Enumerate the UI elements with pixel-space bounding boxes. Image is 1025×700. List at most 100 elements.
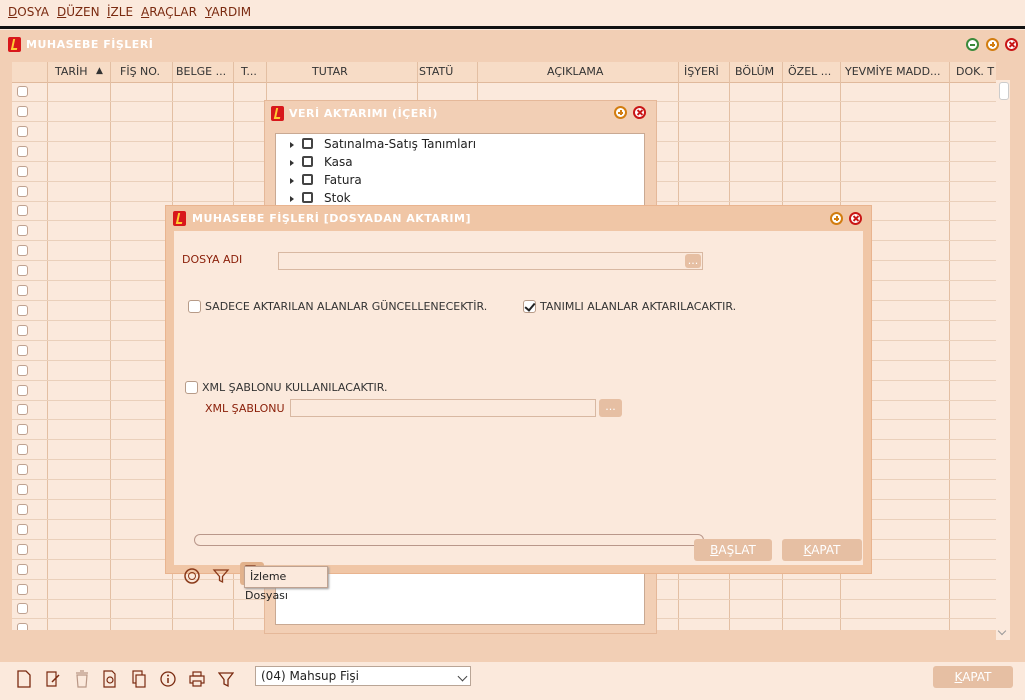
row-checkbox[interactable] [17,544,28,555]
row-checkbox[interactable] [17,265,28,276]
row-checkbox[interactable] [17,225,28,236]
row-checkbox[interactable] [17,345,28,356]
row-checkbox[interactable] [17,404,28,415]
menu-dosya[interactable]: DOSYA [8,5,49,19]
tree-checkbox[interactable] [302,174,313,185]
row-checkbox[interactable] [17,186,28,197]
filter-icon[interactable] [218,670,234,688]
edit-icon[interactable] [45,670,61,688]
copy-icon[interactable] [131,670,147,688]
xml-template-input[interactable] [290,399,596,417]
grid-column-divider [110,62,111,630]
row-checkbox[interactable] [17,464,28,475]
grid-header: TARİH ▲ FİŞ NO. BELGE ... T... TUTAR STA… [12,62,996,83]
row-checkbox[interactable] [17,86,28,97]
tree-checkbox[interactable] [302,138,313,149]
row-checkbox[interactable] [17,484,28,495]
file-name-input[interactable] [278,252,703,270]
row-checkbox[interactable] [17,245,28,256]
voucher-type-select[interactable]: (04) Mahsup Fişi [255,666,471,686]
vertical-scrollbar[interactable] [996,80,1010,640]
row-checkbox[interactable] [17,385,28,396]
inspect-icon[interactable] [102,670,118,688]
expand-arrow-icon[interactable] [290,196,294,202]
vscroll-thumb[interactable] [999,82,1009,100]
bottom-toolbar: (04) Mahsup Fişi KAPAT [0,662,1025,700]
only-update-checkbox[interactable] [188,300,201,313]
row-checkbox[interactable] [17,106,28,117]
expand-arrow-icon[interactable] [290,142,294,148]
expand-arrow-icon[interactable] [290,160,294,166]
maximize-icon[interactable] [614,106,627,119]
info-icon[interactable] [160,670,176,688]
main-window-title: MUHASEBE FİŞLERİ [26,38,154,51]
maximize-icon[interactable] [986,38,999,51]
filter-icon[interactable] [212,567,230,585]
menu-duzen[interactable]: DÜZEN [57,5,100,19]
row-checkbox[interactable] [17,285,28,296]
new-document-icon[interactable] [16,670,32,688]
dialog-title: MUHASEBE FİŞLERİ [DOSYADAN AKTARIM] [192,212,471,225]
row-checkbox[interactable] [17,166,28,177]
col-t[interactable]: T... [241,65,257,78]
menu-bar: DOSYA DÜZEN İZLE ARAÇLAR YARDIM [0,0,1025,29]
col-ozel[interactable]: ÖZEL ... [788,65,831,78]
tree-checkbox[interactable] [302,156,313,167]
row-checkbox[interactable] [17,305,28,316]
col-isyeri[interactable]: İŞYERİ [684,65,719,78]
grid-column-divider [949,62,950,630]
close-icon[interactable] [1005,38,1018,51]
start-button[interactable]: BAŞLAT [694,539,772,561]
dialog-content: DOSYA ADI ... SADECE AKTARILAN ALANLAR G… [174,231,863,585]
col-dok[interactable]: DOK. T [956,65,994,78]
close-icon[interactable] [633,106,646,119]
logo-icon [173,211,186,226]
delete-icon[interactable] [74,670,90,688]
col-belge[interactable]: BELGE ... [176,65,226,78]
col-statu[interactable]: STATÜ [419,65,453,78]
import-window-title: VERİ AKTARIMI (İÇERİ) [289,107,438,120]
print-icon[interactable] [189,670,205,688]
menu-yardim[interactable]: YARDIM [205,5,251,19]
row-checkbox[interactable] [17,524,28,535]
row-checkbox[interactable] [17,126,28,137]
row-checkbox[interactable] [17,603,28,614]
row-checkbox[interactable] [17,365,28,376]
browse-file-button[interactable]: ... [685,254,701,268]
scroll-down-icon[interactable] [997,626,1007,636]
row-checkbox[interactable] [17,325,28,336]
expand-arrow-icon[interactable] [290,178,294,184]
logo-icon [8,37,21,52]
col-yevmiye[interactable]: YEVMİYE MADD... [845,65,941,78]
info-xml-icon[interactable] [183,567,201,585]
sort-asc-icon: ▲ [96,66,103,76]
row-checkbox[interactable] [17,205,28,216]
maximize-icon[interactable] [830,212,843,225]
minimize-icon[interactable] [966,38,979,51]
col-fis-no[interactable]: FİŞ NO. [120,65,160,78]
row-checkbox[interactable] [17,504,28,515]
chevron-down-icon[interactable] [457,671,468,682]
col-aciklama[interactable]: AÇIKLAMA [547,65,603,78]
dialog-close-button[interactable]: KAPAT [782,539,862,561]
defined-fields-checkbox[interactable] [523,300,536,313]
col-tarih[interactable]: TARİH [55,65,88,78]
menu-izle[interactable]: İZLE [107,5,133,19]
xml-template-checkbox[interactable] [185,381,198,394]
col-tutar[interactable]: TUTAR [312,65,348,78]
main-close-button[interactable]: KAPAT [933,666,1013,688]
row-checkbox[interactable] [17,564,28,575]
main-titlebar: MUHASEBE FİŞLERİ [0,30,1025,58]
row-checkbox[interactable] [17,444,28,455]
only-update-label: SADECE AKTARILAN ALANLAR GÜNCELLENECEKTİ… [205,300,488,313]
close-icon[interactable] [849,212,862,225]
row-checkbox[interactable] [17,584,28,595]
menu-araclar[interactable]: ARAÇLAR [141,5,197,19]
row-checkbox[interactable] [17,424,28,435]
browse-xml-button[interactable]: ... [599,399,622,417]
row-checkbox[interactable] [17,146,28,157]
row-checkbox[interactable] [17,623,28,630]
tree-checkbox[interactable] [302,192,313,203]
col-bolum[interactable]: BÖLÜM [735,65,774,78]
file-name-label: DOSYA ADI [182,253,243,266]
